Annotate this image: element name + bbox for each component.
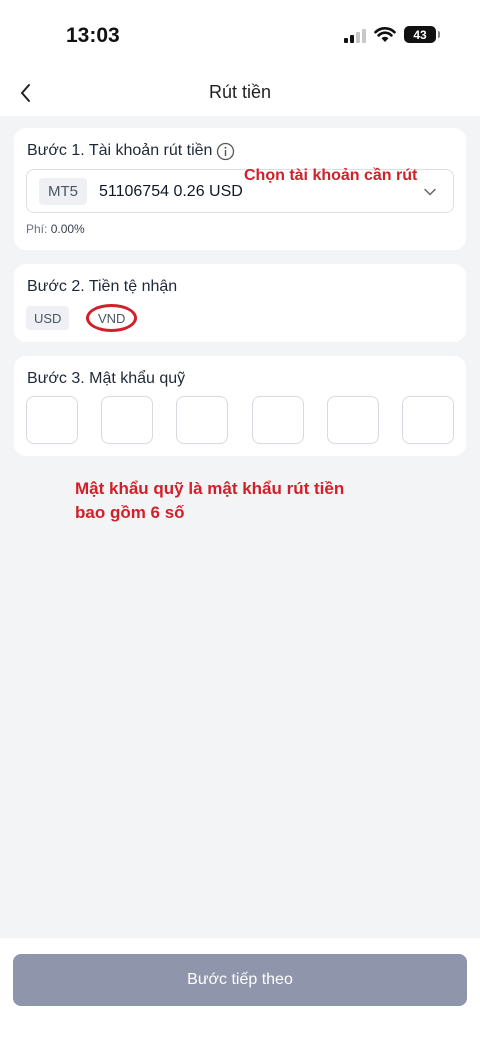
status-time: 13:03 bbox=[66, 24, 120, 47]
wifi-icon bbox=[374, 26, 396, 42]
step3-card: Bước 3. Mật khẩu quỹ bbox=[14, 356, 466, 456]
pin-digit-1[interactable] bbox=[26, 396, 78, 444]
pin-input-row bbox=[26, 396, 454, 444]
fee-row: Phí: 0.00% bbox=[26, 222, 85, 236]
currency-option-vnd[interactable]: VND bbox=[86, 304, 138, 332]
page-title: Rút tiền bbox=[208, 82, 272, 102]
fee-value: 0.00% bbox=[50, 222, 85, 236]
pin-digit-4[interactable] bbox=[251, 396, 304, 444]
password-annotation-line1: Mật khẩu quỹ là mật khẩu rút tiền bbox=[75, 479, 345, 498]
status-icons: 43 bbox=[344, 26, 440, 43]
currency-option-usd[interactable]: USD bbox=[26, 306, 70, 330]
fee-label: Phí: bbox=[26, 222, 51, 236]
bottom-bar: Bước tiếp theo bbox=[0, 938, 480, 1043]
account-value: 51106754 0.26 USD bbox=[99, 183, 243, 200]
account-annotation: Chọn tài khoản cần rút bbox=[244, 167, 418, 184]
account-type-tag: MT5 bbox=[39, 178, 87, 205]
pin-digit-5[interactable] bbox=[326, 396, 379, 444]
step2-label: Bước 2. Tiền tệ nhận bbox=[27, 278, 178, 295]
info-icon[interactable] bbox=[216, 142, 235, 161]
step2-card: Bước 2. Tiền tệ nhận USD VND bbox=[14, 264, 466, 342]
signal-icon bbox=[344, 27, 366, 43]
step1-card: Bước 1. Tài khoản rút tiền MT5 51106754 … bbox=[14, 128, 466, 250]
pin-digit-2[interactable] bbox=[101, 396, 154, 444]
nav-bar: Rút tiền bbox=[0, 70, 480, 116]
step3-label: Bước 3. Mật khẩu quỹ bbox=[27, 370, 186, 387]
password-annotation-line2: bao gồm 6 số bbox=[75, 503, 185, 522]
battery-icon: 43 bbox=[404, 26, 440, 43]
password-annotation: Mật khẩu quỹ là mật khẩu rút tiền bao gồ… bbox=[75, 477, 395, 525]
next-step-button[interactable]: Bước tiếp theo bbox=[13, 954, 467, 1006]
pin-digit-3[interactable] bbox=[176, 396, 229, 444]
pin-digit-6[interactable] bbox=[401, 396, 454, 444]
step1-label: Bước 1. Tài khoản rút tiền bbox=[27, 142, 213, 159]
chevron-down-icon bbox=[424, 188, 436, 196]
status-bar: 13:03 43 bbox=[0, 0, 480, 70]
